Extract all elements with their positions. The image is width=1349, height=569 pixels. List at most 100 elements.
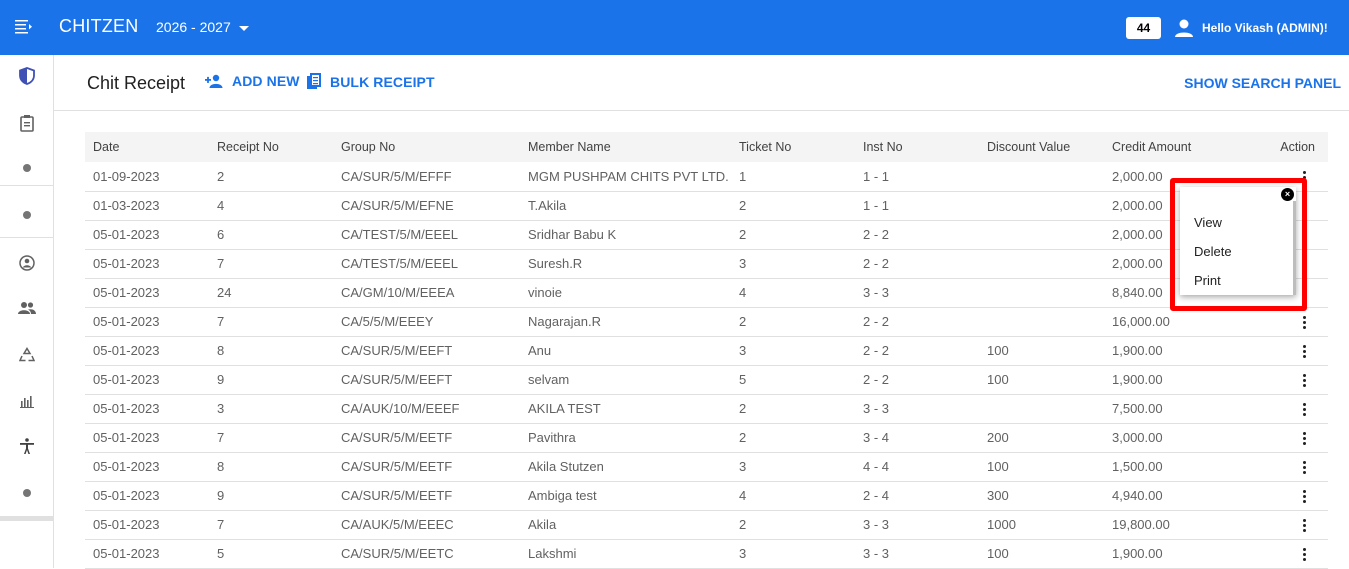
cell-date: 01-09-2023 bbox=[93, 168, 160, 184]
cell-inst-no: 2 - 2 bbox=[863, 314, 890, 329]
cell-ticket-no: 2 bbox=[739, 430, 747, 445]
table-row[interactable]: 05-01-2023 6 CA/TEST/5/M/EEEL Sridhar Babu … bbox=[85, 220, 1328, 249]
sidebar-item-dot[interactable] bbox=[0, 200, 54, 230]
table-row[interactable]: 05-01-2023 8 CA/SUR/5/M/EEFT Anu 3 2 - 2 100 1,… bbox=[85, 336, 1328, 365]
shield-icon bbox=[19, 67, 35, 85]
cell-member-name: Akila Stutzen bbox=[528, 459, 604, 474]
print-menu-item[interactable]: Print bbox=[1194, 273, 1221, 288]
cell-group-no: CA/AUK/10/M/EEEF bbox=[341, 401, 460, 416]
dot-icon bbox=[23, 211, 31, 219]
user-menu[interactable]: Hello Vikash (ADMIN)! bbox=[1174, 18, 1328, 38]
cell-inst-no: 2 - 2 bbox=[863, 227, 890, 242]
more-vert-icon[interactable] bbox=[1303, 519, 1306, 533]
sidebar-scrollbar[interactable] bbox=[0, 516, 54, 521]
cell-credit-amount: 3,000.00 bbox=[1112, 430, 1163, 445]
sidebar-item-dot[interactable] bbox=[0, 153, 54, 183]
more-vert-icon[interactable] bbox=[1303, 403, 1306, 417]
cell-inst-no: 2 - 2 bbox=[863, 256, 890, 271]
table-row[interactable]: 05-01-2023 7 CA/5/5/M/EEEY Nagarajan.R 2 2 - … bbox=[85, 307, 1328, 336]
more-vert-icon[interactable] bbox=[1303, 432, 1306, 446]
cell-discount-value: 200 bbox=[987, 430, 1009, 445]
table-row[interactable]: 05-01-2023 8 CA/SUR/5/M/EETF Akila Stutzen 3… bbox=[85, 452, 1328, 481]
cell-inst-no: 3 - 3 bbox=[863, 285, 890, 300]
sidebar-item-accessibility[interactable] bbox=[0, 431, 54, 461]
cell-date: 05-01-2023 bbox=[93, 517, 160, 532]
cell-credit-amount: 16,000.00 bbox=[1112, 314, 1170, 329]
show-search-panel-button[interactable]: SHOW SEARCH PANEL bbox=[1184, 75, 1341, 91]
cell-ticket-no: 4 bbox=[739, 488, 747, 503]
more-vert-icon[interactable] bbox=[1303, 316, 1306, 330]
table-row[interactable]: 01-03-2023 4 CA/SUR/5/M/EFNE T.Akila 2 1 - 12… bbox=[85, 191, 1328, 220]
sidebar-item-dot[interactable] bbox=[0, 478, 54, 508]
cell-ticket-no: 3 bbox=[739, 256, 747, 271]
table-row[interactable]: 05-01-2023 3 CA/AUK/10/M/EEEF AKILA TEST 2 3 … bbox=[85, 394, 1328, 423]
column-header-action: Action bbox=[1280, 140, 1315, 154]
add-new-label: ADD NEW bbox=[232, 73, 300, 89]
cell-group-no: CA/SUR/5/M/EETC bbox=[341, 546, 454, 561]
cell-ticket-no: 2 bbox=[739, 227, 747, 242]
cell-group-no: CA/SUR/5/M/EETF bbox=[341, 459, 453, 474]
bulk-receipt-button[interactable]: BULK RECEIPT bbox=[307, 73, 435, 90]
cell-group-no: CA/GM/10/M/EEEA bbox=[341, 285, 455, 300]
cell-receipt-no: 5 bbox=[217, 546, 225, 561]
more-vert-icon[interactable] bbox=[1303, 548, 1306, 562]
action-menu: × View Delete Print bbox=[1180, 187, 1296, 295]
cell-group-no: CA/5/5/M/EEEY bbox=[341, 314, 434, 329]
cell-ticket-no: 4 bbox=[739, 285, 747, 300]
cell-discount-value bbox=[979, 191, 1104, 220]
more-vert-icon[interactable] bbox=[1303, 374, 1306, 388]
sidebar-item-account[interactable] bbox=[0, 248, 54, 278]
table-row[interactable]: 05-01-2023 7 CA/TEST/5/M/EEEL Suresh.R 3 2 - … bbox=[85, 249, 1328, 278]
sidebar-item-shield[interactable] bbox=[0, 61, 54, 91]
cell-credit-amount: 1,500.00 bbox=[1112, 459, 1163, 474]
more-vert-icon[interactable] bbox=[1303, 461, 1306, 475]
cell-receipt-no: 7 bbox=[217, 430, 225, 445]
cell-action bbox=[1229, 365, 1328, 394]
sidebar-item-reports[interactable] bbox=[0, 386, 54, 416]
accessibility-icon bbox=[20, 438, 34, 454]
cell-member-name: Nagarajan.R bbox=[528, 314, 601, 329]
delete-menu-item[interactable]: Delete bbox=[1194, 244, 1232, 259]
cell-discount-value: 100 bbox=[987, 372, 1009, 387]
cell-action bbox=[1229, 423, 1328, 452]
table-row[interactable]: 05-01-2023 5 CA/SUR/5/M/EETC Lakshmi 3 3 - 3 1… bbox=[85, 539, 1328, 568]
cell-discount-value bbox=[979, 278, 1104, 307]
cell-action bbox=[1229, 481, 1328, 510]
menu-toggle-icon[interactable] bbox=[15, 19, 33, 35]
documents-icon bbox=[307, 73, 321, 89]
view-menu-item[interactable]: View bbox=[1194, 215, 1222, 230]
cell-member-name: Pavithra bbox=[528, 430, 576, 445]
cell-ticket-no: 3 bbox=[739, 546, 747, 561]
cell-date: 01-03-2023 bbox=[93, 198, 160, 213]
notification-badge[interactable]: 44 bbox=[1126, 17, 1161, 39]
financial-year-dropdown[interactable]: 2026 - 2027 bbox=[156, 19, 249, 35]
sidebar bbox=[0, 55, 54, 568]
sidebar-item-receipts[interactable] bbox=[0, 108, 54, 138]
sidebar-item-members[interactable] bbox=[0, 293, 54, 323]
cell-date: 05-01-2023 bbox=[93, 343, 160, 358]
cell-action bbox=[1229, 394, 1328, 423]
cell-credit-amount: 1,900.00 bbox=[1112, 372, 1163, 387]
cell-date: 05-01-2023 bbox=[93, 546, 160, 561]
more-vert-icon[interactable] bbox=[1303, 345, 1306, 359]
table-row[interactable]: 01-09-2023 2 CA/SUR/5/M/EFFF MGM PUSHPAM CH… bbox=[85, 162, 1328, 191]
cell-credit-amount: 19,800.00 bbox=[1112, 517, 1170, 532]
cell-inst-no: 4 - 4 bbox=[863, 459, 890, 474]
column-header-ticket-no: Ticket No bbox=[739, 140, 792, 154]
more-vert-icon[interactable] bbox=[1303, 490, 1306, 504]
close-icon[interactable]: × bbox=[1281, 188, 1294, 201]
table-row[interactable]: 05-01-2023 9 CA/SUR/5/M/EEFT selvam 5 2 - 2 10… bbox=[85, 365, 1328, 394]
table-row[interactable]: 05-01-2023 24 CA/GM/10/M/EEEA vinoie 4 3 - 38… bbox=[85, 278, 1328, 307]
menu-scrollbar[interactable] bbox=[1293, 201, 1296, 295]
table-row[interactable]: 05-01-2023 9 CA/SUR/5/M/EETF Ambiga test 4 2 … bbox=[85, 481, 1328, 510]
table-row[interactable]: 05-01-2023 7 CA/SUR/5/M/EETF Pavithra 2 3 - 4… bbox=[85, 423, 1328, 452]
add-new-button[interactable]: ADD NEW bbox=[205, 73, 300, 89]
cell-ticket-no: 2 bbox=[739, 517, 747, 532]
sidebar-item-recycle[interactable] bbox=[0, 340, 54, 370]
cell-inst-no: 3 - 3 bbox=[863, 517, 890, 532]
table-row[interactable]: 05-01-2023 7 CA/AUK/5/M/EEEC Akila 2 3 - 3 100… bbox=[85, 510, 1328, 539]
cell-member-name: Ambiga test bbox=[528, 488, 597, 503]
cell-group-no: CA/AUK/5/M/EEEC bbox=[341, 517, 454, 532]
cell-member-name: Lakshmi bbox=[528, 546, 577, 561]
cell-date: 05-01-2023 bbox=[93, 459, 160, 474]
